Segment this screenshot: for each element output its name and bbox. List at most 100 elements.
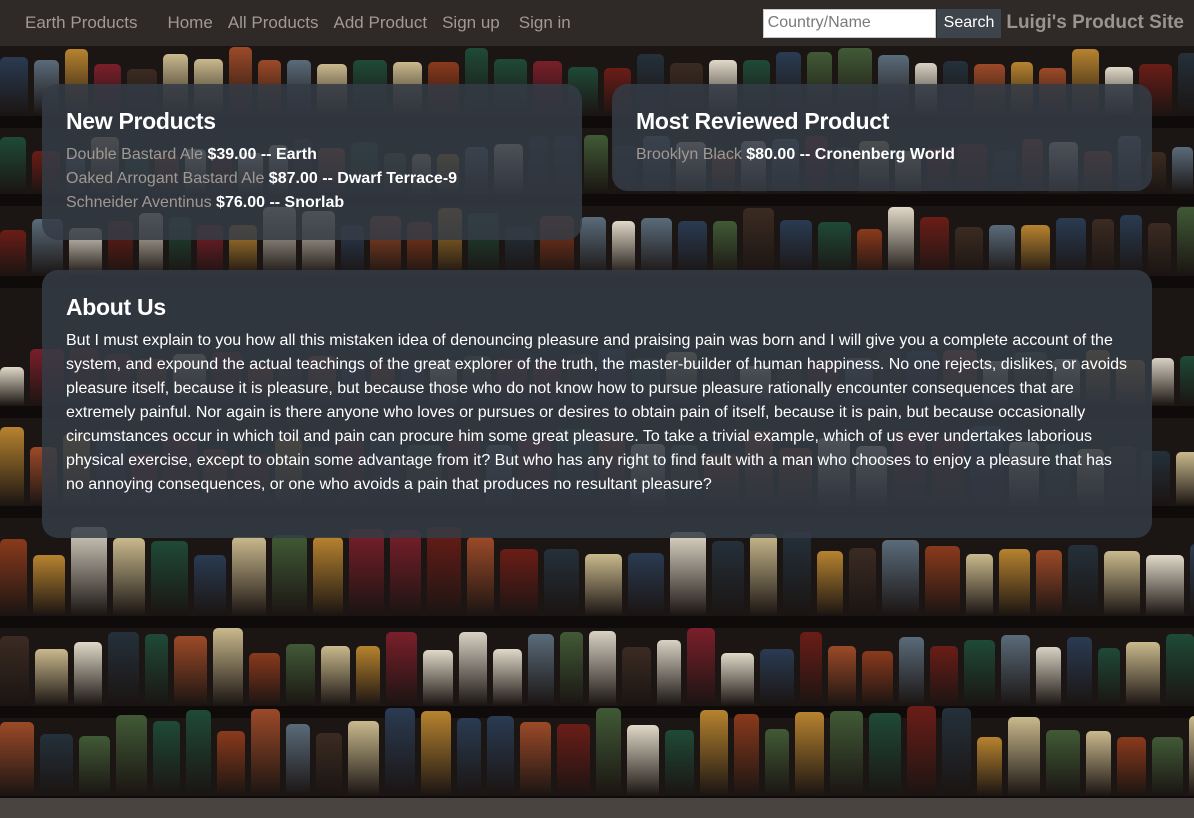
bottle-shape xyxy=(734,714,759,796)
product-separator: -- xyxy=(269,194,281,211)
bottle-shape xyxy=(765,729,789,796)
bottle-shape xyxy=(1151,358,1174,406)
bottle-shape xyxy=(1152,737,1183,796)
bottle-shape xyxy=(423,650,453,706)
bottle-shape xyxy=(356,646,380,706)
bottle-shape xyxy=(830,711,863,796)
bottle-shape xyxy=(1008,717,1040,796)
bottle-shape xyxy=(828,646,856,706)
bottle-shape xyxy=(628,553,664,616)
bottle-shape xyxy=(612,221,635,276)
bottle-shape xyxy=(249,653,280,706)
nav-sign-in-link[interactable]: Sign in xyxy=(519,13,571,33)
product-item: Double Bastard Ale $39.00 -- Earth xyxy=(66,143,558,167)
bottle-shape xyxy=(589,631,616,706)
bottle-shape xyxy=(0,636,29,706)
bottle-shape xyxy=(0,539,27,616)
shelf-row xyxy=(0,526,1194,616)
bottle-shape xyxy=(1120,215,1142,276)
bottle-shape xyxy=(560,632,583,706)
bottle-shape xyxy=(783,532,811,616)
bottle-shape xyxy=(349,529,384,616)
bottle-shape xyxy=(1180,356,1194,406)
bottle-shape xyxy=(1036,550,1062,616)
footer-strip xyxy=(0,798,1194,818)
bottle-shape xyxy=(700,710,728,796)
product-item: Schneider Aventinus $76.00 -- Snorlab xyxy=(66,191,558,215)
bottle-shape xyxy=(1068,545,1098,616)
bottle-shape xyxy=(40,734,73,796)
bottle-shape xyxy=(194,555,226,616)
nav-home-link[interactable]: Home xyxy=(167,13,212,33)
about-us-text: But I must explain to you how all this m… xyxy=(66,332,1128,493)
product-link[interactable]: Oaked Arrogant Bastard Ale xyxy=(66,170,264,187)
bottle-shape xyxy=(0,722,34,796)
bottle-shape xyxy=(0,57,28,116)
product-origin: Snorlab xyxy=(284,194,345,211)
bottle-shape xyxy=(862,651,893,706)
bottle-shape xyxy=(33,555,65,616)
bottle-shape xyxy=(687,628,715,706)
bottle-shape xyxy=(849,548,876,616)
product-origin: Dwarf Terrace-9 xyxy=(337,170,458,187)
product-separator: -- xyxy=(799,146,811,163)
bottle-shape xyxy=(35,649,68,706)
bottle-shape xyxy=(217,731,245,796)
bottle-shape xyxy=(712,541,744,616)
product-link[interactable]: Brooklyn Black xyxy=(636,146,742,163)
bottle-shape xyxy=(1092,219,1114,276)
bottle-shape xyxy=(1067,637,1092,706)
bottle-shape xyxy=(899,637,924,706)
bottle-shape xyxy=(390,530,421,616)
product-separator: -- xyxy=(260,146,272,163)
bottle-shape xyxy=(1146,555,1184,616)
shelf-row xyxy=(0,706,1194,796)
bottle-shape xyxy=(528,634,554,706)
bottle-shape xyxy=(818,222,851,276)
bottle-shape xyxy=(544,549,579,616)
bottle-shape xyxy=(713,221,737,276)
search-input[interactable] xyxy=(762,8,936,38)
product-origin: Earth xyxy=(275,146,317,163)
nav-sign-up-link[interactable]: Sign up xyxy=(442,13,500,33)
bottle-shape xyxy=(930,646,958,706)
bottle-shape xyxy=(780,220,812,276)
product-price: $76.00 xyxy=(216,194,265,211)
bottle-shape xyxy=(942,708,971,796)
about-us-title: About Us xyxy=(66,294,166,320)
bottle-shape xyxy=(920,217,949,276)
product-link[interactable]: Schneider Aventinus xyxy=(66,194,212,211)
bottle-shape xyxy=(1148,223,1171,276)
bottle-shape xyxy=(657,640,681,706)
brand-link[interactable]: Earth Products xyxy=(25,13,137,33)
bottle-shape xyxy=(1177,207,1194,276)
nav-all-products-link[interactable]: All Products xyxy=(228,13,319,33)
search-button[interactable]: Search xyxy=(936,8,1002,38)
product-item: Brooklyn Black $80.00 -- Cronenberg Worl… xyxy=(636,143,1128,167)
bottle-shape xyxy=(0,230,26,276)
bottle-shape xyxy=(457,718,481,796)
bottle-shape xyxy=(79,736,110,796)
bottle-shape xyxy=(421,711,451,796)
bottle-shape xyxy=(520,722,551,796)
bottle-shape xyxy=(313,537,343,616)
bottle-shape xyxy=(145,634,168,706)
nav-add-product-link[interactable]: Add Product xyxy=(334,13,428,33)
product-price: $80.00 xyxy=(746,146,796,163)
bottle-shape xyxy=(584,135,608,194)
bottle-shape xyxy=(386,632,417,706)
bottle-shape xyxy=(622,647,651,706)
bottle-shape xyxy=(1021,225,1050,276)
bottle-shape xyxy=(487,716,514,796)
bottle-shape xyxy=(585,554,622,616)
most-reviewed-panel: Most Reviewed Product Brooklyn Black $80… xyxy=(612,84,1152,191)
bottle-shape xyxy=(869,713,901,796)
product-item: Oaked Arrogant Bastard Ale $87.00 -- Dwa… xyxy=(66,167,558,191)
bottle-shape xyxy=(459,632,487,706)
product-link[interactable]: Double Bastard Ale xyxy=(66,146,203,163)
bottle-shape xyxy=(272,535,307,616)
bottle-shape xyxy=(1172,147,1193,194)
bottle-shape xyxy=(1086,731,1111,796)
shelf-row xyxy=(0,626,1194,706)
bottle-shape xyxy=(286,644,315,706)
